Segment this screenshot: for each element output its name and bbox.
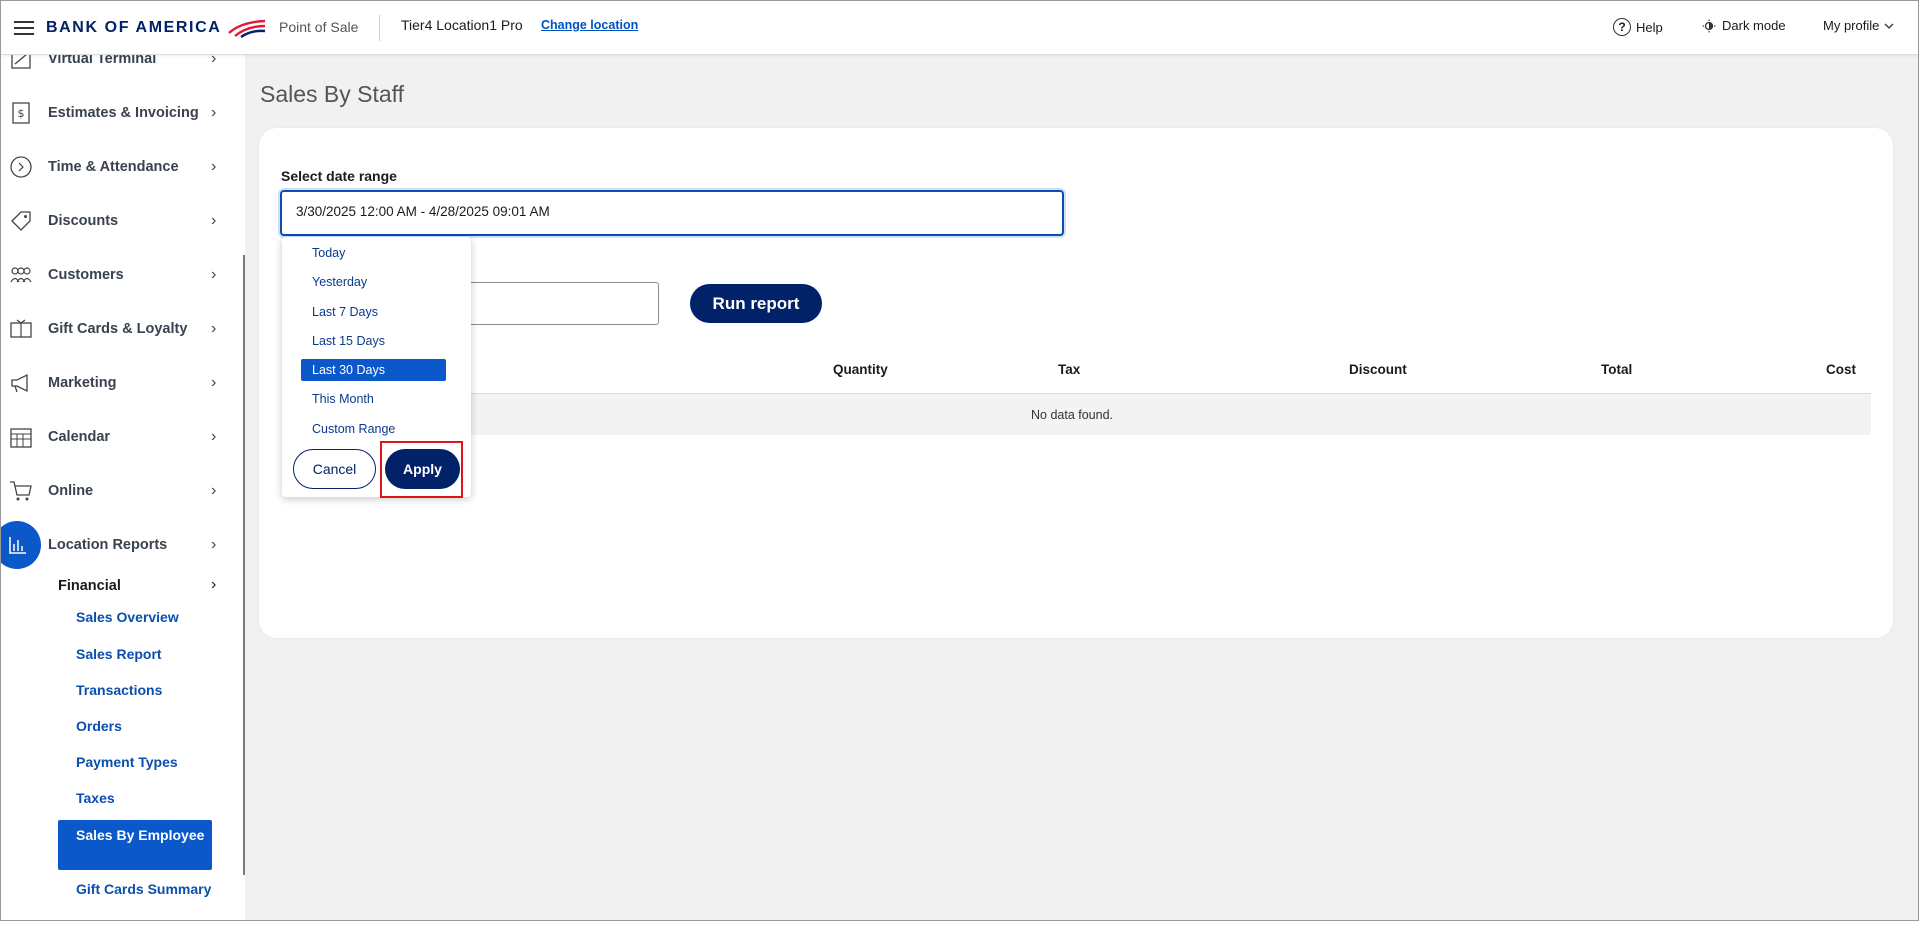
range-option-today[interactable]: Today — [301, 242, 446, 264]
chevron-right-icon: › — [211, 482, 217, 499]
sidebar-item-label: Location Reports — [48, 537, 168, 553]
profile-menu[interactable]: My profile — [1823, 18, 1894, 33]
dark-mode-icon — [1702, 19, 1716, 32]
sidebar-item-gift-cards-loyalty[interactable]: Gift Cards & Loyalty › — [1, 309, 231, 349]
sidebar-item-label: Gift Cards & Loyalty — [48, 321, 188, 337]
sidebar-item-label: Estimates & Invoicing — [48, 105, 199, 121]
sidebar-item-sales-overview[interactable]: Sales Overview — [76, 609, 179, 625]
range-option-custom-range[interactable]: Custom Range — [301, 418, 446, 440]
chevron-right-icon: › — [211, 55, 217, 67]
sidebar-item-label: Online — [48, 483, 94, 499]
table-row — [463, 394, 1871, 435]
sidebar-item-label: Discounts — [48, 213, 119, 229]
svg-text:$: $ — [18, 107, 25, 120]
sidebar: Virtual Terminal › $ Estimates & Invoici… — [1, 55, 245, 920]
calendar-icon — [10, 428, 32, 448]
chevron-right-icon: › — [211, 104, 217, 121]
sidebar-item-sales-report[interactable]: Sales Report — [76, 646, 162, 662]
chevron-right-icon: › — [211, 576, 217, 593]
sidebar-item-orders[interactable]: Orders — [76, 718, 122, 734]
invoice-icon: $ — [12, 102, 30, 124]
no-data-message: No data found. — [1031, 408, 1114, 422]
range-option-last-15-days[interactable]: Last 15 Days — [301, 330, 446, 352]
gift-card-icon — [10, 319, 32, 338]
dark-mode-toggle[interactable]: Dark mode — [1702, 18, 1786, 33]
cart-icon — [10, 481, 32, 501]
date-range-label: Select date range — [281, 168, 397, 184]
sidebar-item-location-reports[interactable]: Location Reports › — [1, 521, 231, 569]
chevron-down-icon — [1884, 23, 1894, 29]
date-range-dropdown: Today Yesterday Last 7 Days Last 15 Days… — [282, 237, 471, 497]
date-range-input[interactable]: 3/30/2025 12:00 AM - 4/28/2025 09:01 AM — [280, 190, 1064, 236]
column-header-discount: Discount — [1349, 362, 1407, 377]
sidebar-item-taxes[interactable]: Taxes — [76, 790, 115, 806]
sidebar-item-label: Customers — [48, 267, 124, 283]
app-window: BANK OF AMERICA Point of Sale Tier4 Loca… — [0, 0, 1919, 921]
profile-label: My profile — [1823, 18, 1880, 33]
hamburger-menu-icon[interactable] — [14, 21, 34, 35]
column-header-quantity: Quantity — [833, 362, 888, 377]
sidebar-item-label: Time & Attendance — [48, 159, 179, 175]
sidebar-item-estimates-invoicing[interactable]: $ Estimates & Invoicing › — [1, 93, 231, 133]
sidebar-item-discounts[interactable]: Discounts › — [1, 201, 231, 241]
apply-button[interactable]: Apply — [385, 449, 460, 489]
sidebar-item-payment-types[interactable]: Payment Types — [76, 754, 178, 770]
brand-name: BANK OF AMERICA — [46, 19, 222, 36]
header-divider — [379, 15, 380, 41]
range-option-last-30-days[interactable]: Last 30 Days — [301, 359, 446, 381]
sidebar-scrollbar[interactable] — [243, 255, 245, 875]
help-label: Help — [1636, 19, 1663, 35]
chevron-right-icon: › — [211, 266, 217, 283]
sidebar-item-customers[interactable]: Customers › — [1, 255, 231, 295]
column-header-cost: Cost — [1826, 362, 1856, 377]
help-icon: ? — [1613, 18, 1631, 36]
flag-logo-icon — [228, 19, 266, 38]
sidebar-item-sales-by-employee[interactable]: Sales By Employee — [58, 820, 212, 870]
sidebar-item-label: Virtual Terminal — [48, 55, 157, 67]
chevron-right-icon: › — [211, 158, 217, 175]
cancel-button[interactable]: Cancel — [293, 449, 376, 489]
chevron-right-icon: › — [211, 320, 217, 337]
range-option-yesterday[interactable]: Yesterday — [301, 271, 446, 293]
sidebar-item-label: Marketing — [48, 375, 117, 391]
range-option-last-7-days[interactable]: Last 7 Days — [301, 301, 446, 323]
sidebar-item-calendar[interactable]: Calendar › — [1, 417, 231, 457]
chevron-right-icon: › — [211, 428, 217, 445]
sidebar-item-online[interactable]: Online › — [1, 471, 231, 511]
sidebar-group-financial[interactable]: Financial — [58, 578, 121, 594]
bar-chart-icon — [1, 521, 41, 569]
column-header-tax: Tax — [1058, 362, 1081, 377]
people-icon — [10, 267, 32, 283]
chevron-right-icon: › — [211, 374, 217, 391]
sidebar-item-virtual-terminal[interactable]: Virtual Terminal › — [1, 55, 231, 79]
sidebar-item-label: Calendar — [48, 429, 111, 445]
top-bar: BANK OF AMERICA Point of Sale Tier4 Loca… — [1, 1, 1918, 55]
chevron-right-icon: › — [211, 212, 217, 229]
change-location-link[interactable]: Change location — [541, 18, 638, 32]
column-header-total: Total — [1601, 362, 1633, 377]
sidebar-item-time-attendance[interactable]: Time & Attendance › — [1, 147, 231, 187]
location-name: Tier4 Location1 Pro — [401, 17, 523, 33]
range-option-this-month[interactable]: This Month — [301, 388, 446, 410]
help-button[interactable]: ? Help — [1613, 18, 1663, 36]
page-title: Sales By Staff — [260, 81, 405, 107]
clock-icon — [10, 156, 32, 178]
sidebar-item-marketing[interactable]: Marketing › — [1, 363, 231, 403]
sidebar-item-gift-cards-summary[interactable]: Gift Cards Summary — [76, 881, 211, 897]
chevron-right-icon: › — [211, 536, 217, 553]
app-name: Point of Sale — [279, 19, 359, 35]
tag-icon — [11, 211, 31, 231]
dark-mode-label: Dark mode — [1722, 18, 1786, 33]
megaphone-icon — [11, 373, 28, 393]
sidebar-item-transactions[interactable]: Transactions — [76, 682, 162, 698]
run-report-button[interactable]: Run report — [690, 284, 822, 323]
terminal-icon — [11, 55, 31, 69]
bank-logo[interactable]: BANK OF AMERICA — [46, 18, 267, 38]
